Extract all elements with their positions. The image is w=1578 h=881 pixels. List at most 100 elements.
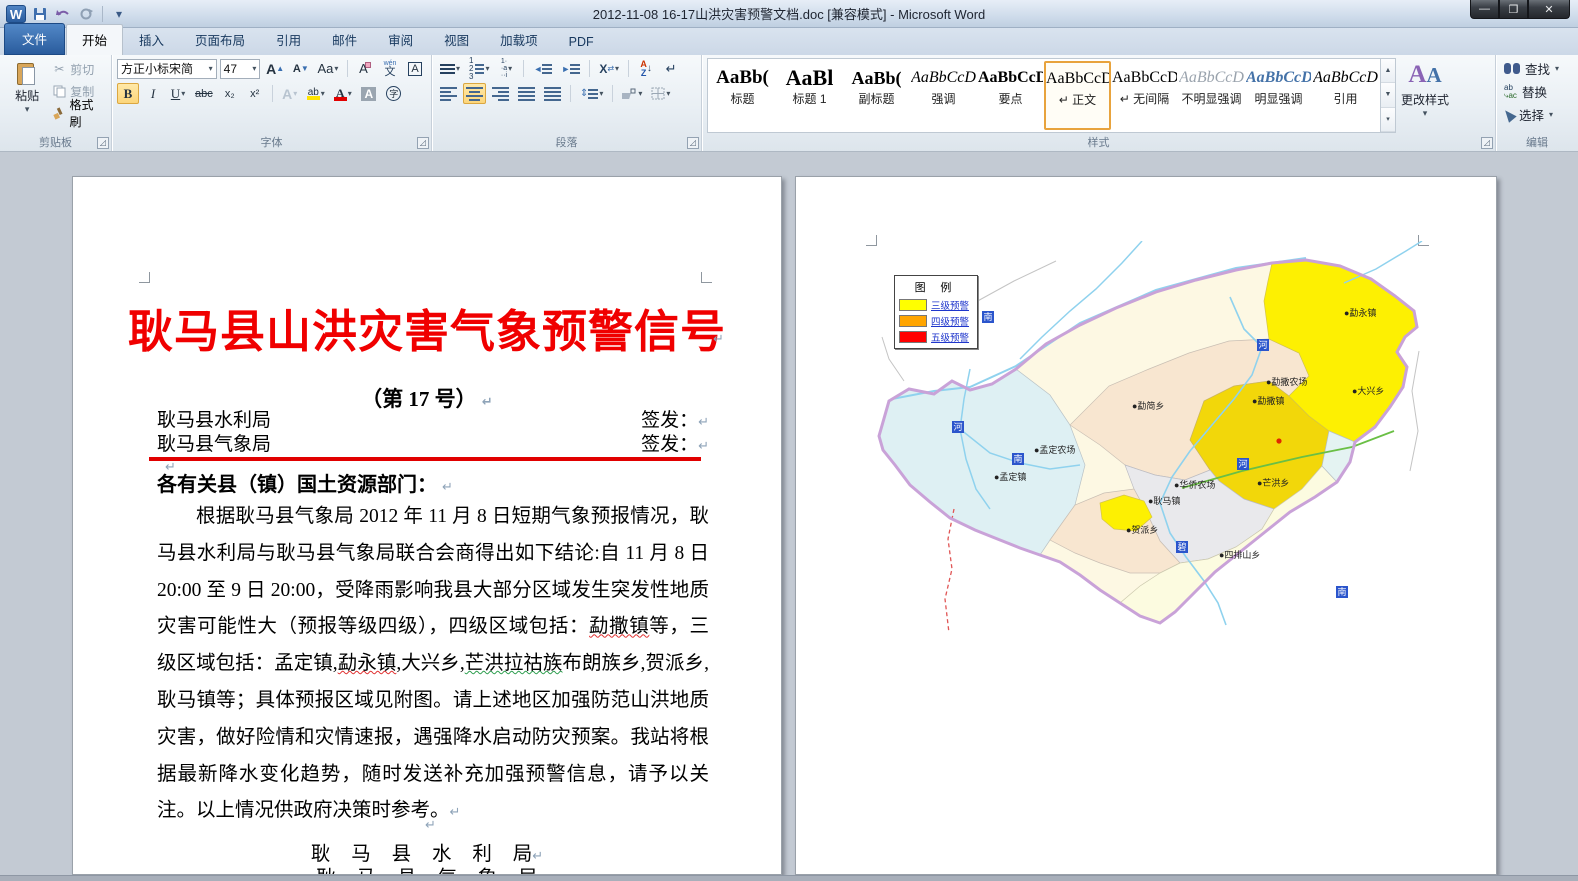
shrink-font-button[interactable]: A▼ — [290, 58, 312, 79]
borders-button[interactable]: ▾ — [648, 83, 673, 104]
document-area[interactable]: 耿马县山洪灾害气象预警信号 ↵ （第 17 号） ↵ 耿马县水利局 签发：↵ 耿… — [0, 153, 1578, 875]
window-controls: — ❐ ✕ — [1470, 0, 1570, 19]
style-emphasis[interactable]: AaBbCcD强调 — [910, 61, 977, 130]
map-label: ●华侨农场 — [1174, 478, 1215, 491]
clipboard-dialog-launcher-icon[interactable]: ◿ — [97, 137, 109, 149]
replace-icon: ab⤷ac — [1504, 84, 1517, 100]
align-left-button[interactable] — [437, 83, 460, 104]
grow-font-button[interactable]: A▲ — [263, 58, 286, 79]
tab-file[interactable]: 文件 — [4, 23, 65, 55]
gallery-up-icon[interactable]: ▲ — [1381, 59, 1395, 83]
quick-access-toolbar: W ▾ — [0, 5, 128, 23]
chevron-down-icon: ▾ — [252, 64, 256, 73]
style-normal[interactable]: AaBbCcD↵ 正文 — [1044, 61, 1111, 130]
bold-button[interactable]: B — [117, 83, 139, 104]
tab-references[interactable]: 引用 — [261, 25, 316, 55]
doc-recipient-heading: 各有关县（镇）国土资源部门： ↵ — [157, 468, 453, 497]
tab-view[interactable]: 视图 — [429, 25, 484, 55]
underline-button[interactable]: U▾ — [167, 83, 189, 104]
character-shading-button[interactable]: A — [358, 83, 380, 104]
restore-button[interactable]: ❐ — [1499, 0, 1528, 19]
river-label: 河 — [1257, 339, 1269, 351]
redo-icon[interactable] — [77, 5, 95, 23]
superscript-button[interactable]: x² — [244, 83, 266, 104]
phonetic-guide-button[interactable]: wén文 — [379, 58, 401, 79]
increase-indent-button[interactable]: ► — [558, 58, 583, 79]
undo-icon[interactable] — [54, 5, 72, 23]
show-hide-marks-button[interactable]: ↵ — [660, 58, 682, 79]
map-label: ●耿马镇 — [1148, 494, 1180, 507]
close-button[interactable]: ✕ — [1528, 0, 1570, 19]
map-label: ●孟定镇 — [994, 470, 1026, 483]
minimize-button[interactable]: — — [1470, 0, 1499, 19]
river-label: 南 — [982, 311, 994, 323]
document-page-2[interactable]: ●勐永镇 ●勐撒农场 ●勐撒镇 ●大兴乡 ●勐简乡 ●孟定农场 ●孟定镇 ●华侨… — [795, 176, 1497, 875]
font-size-combo[interactable]: 47 ▾ — [220, 59, 261, 79]
character-border-button[interactable]: A — [404, 58, 426, 79]
enclose-characters-button[interactable]: 字 — [383, 83, 405, 104]
save-icon[interactable] — [31, 5, 49, 23]
cut-button[interactable]: ✂ 剪切 — [49, 58, 106, 80]
map-label: ●勐永镇 — [1344, 306, 1376, 319]
strikethrough-button[interactable]: abc — [192, 83, 216, 104]
document-page-1[interactable]: 耿马县山洪灾害气象预警信号 ↵ （第 17 号） ↵ 耿马县水利局 签发：↵ 耿… — [72, 176, 782, 875]
word-app-icon[interactable]: W — [6, 5, 26, 23]
gallery-down-icon[interactable]: ▼ — [1381, 83, 1395, 107]
asian-layout-button[interactable]: X⇄▾ — [596, 58, 622, 79]
styles-dialog-launcher-icon[interactable]: ◿ — [1481, 137, 1493, 149]
text-effects-button[interactable]: A▾ — [279, 83, 301, 104]
style-quote[interactable]: AaBbCcD引用 — [1312, 61, 1379, 130]
map-label: ●勐撒农场 — [1266, 375, 1307, 388]
format-painter-button[interactable]: 格式刷 — [49, 102, 106, 124]
font-dialog-launcher-icon[interactable]: ◿ — [417, 137, 429, 149]
tab-pdf[interactable]: PDF — [554, 30, 609, 55]
font-color-button[interactable]: A▾ — [331, 83, 355, 104]
decrease-indent-button[interactable]: ◄ — [530, 58, 555, 79]
subscript-button[interactable]: x₂ — [219, 83, 241, 104]
tab-home[interactable]: 开始 — [66, 24, 123, 55]
river-label: 南 — [1336, 586, 1348, 598]
clipboard-group-label: 剪贴板 ◿ — [0, 133, 111, 151]
legend-title: 图 例 — [899, 279, 973, 295]
group-clipboard: 粘贴 ▾ ✂ 剪切 复制 格式刷 剪贴板 ◿ — [0, 55, 112, 151]
style-subtitle[interactable]: AaBb(副标题 — [843, 61, 910, 130]
align-right-button[interactable] — [489, 83, 512, 104]
tab-insert[interactable]: 插入 — [124, 25, 179, 55]
tab-page-layout[interactable]: 页面布局 — [180, 25, 260, 55]
style-heading1[interactable]: AaBl标题 1 — [776, 61, 843, 130]
style-title[interactable]: AaBb(标题 — [709, 61, 776, 130]
paste-button[interactable]: 粘贴 ▾ — [5, 58, 49, 133]
styles-gallery: AaBb(标题 AaBl标题 1 AaBb(副标题 AaBbCcD强调 AaBb… — [707, 58, 1381, 133]
font-group-label: 字体 ◿ — [112, 133, 431, 151]
replace-button[interactable]: ab⤷ac 替换 — [1504, 81, 1573, 102]
map-label: ●勐简乡 — [1132, 399, 1164, 412]
tab-mailings[interactable]: 邮件 — [317, 25, 372, 55]
customize-qat-icon[interactable]: ▾ — [110, 5, 128, 23]
multilevel-list-button[interactable]: 1··a··i▾ — [495, 58, 517, 79]
style-subtle-emphasis[interactable]: AaBbCcD不明显强调 — [1178, 61, 1245, 130]
italic-button[interactable]: I — [142, 83, 164, 104]
sort-button[interactable]: AZ↓ — [635, 58, 657, 79]
bullets-button[interactable]: ▾ — [437, 58, 463, 79]
window-title: 2012-11-08 16-17山洪灾害预警文档.doc [兼容模式] - Mi… — [0, 4, 1578, 23]
paragraph-dialog-launcher-icon[interactable]: ◿ — [687, 137, 699, 149]
style-no-spacing[interactable]: AaBbCcD↵ 无间隔 — [1111, 61, 1178, 130]
tab-addins[interactable]: 加载项 — [485, 25, 553, 55]
select-button[interactable]: 选择 ▾ — [1504, 104, 1573, 125]
style-intense-emphasis[interactable]: AaBbCcD明显强调 — [1245, 61, 1312, 130]
change-case-button[interactable]: Aa▾ — [315, 58, 341, 79]
shading-button[interactable]: ▾ — [619, 83, 645, 104]
font-name-combo[interactable]: 方正小标宋简 ▾ — [117, 59, 217, 79]
gallery-more-icon[interactable]: ▾ — [1381, 108, 1395, 132]
justify-button[interactable] — [515, 83, 538, 104]
numbering-button[interactable]: 123▾ — [466, 58, 492, 79]
clear-formatting-button[interactable]: A — [354, 58, 376, 79]
align-center-button[interactable] — [463, 83, 486, 104]
distribute-button[interactable] — [541, 83, 564, 104]
style-strong[interactable]: AaBbCcD要点 — [977, 61, 1044, 130]
highlight-color-button[interactable]: ab▾ — [304, 83, 328, 104]
change-styles-button[interactable]: AA 更改样式 ▾ — [1396, 58, 1454, 133]
find-button[interactable]: 查找 ▾ — [1504, 58, 1573, 79]
tab-review[interactable]: 审阅 — [373, 25, 428, 55]
line-spacing-button[interactable]: ⇕▾ — [577, 83, 606, 104]
